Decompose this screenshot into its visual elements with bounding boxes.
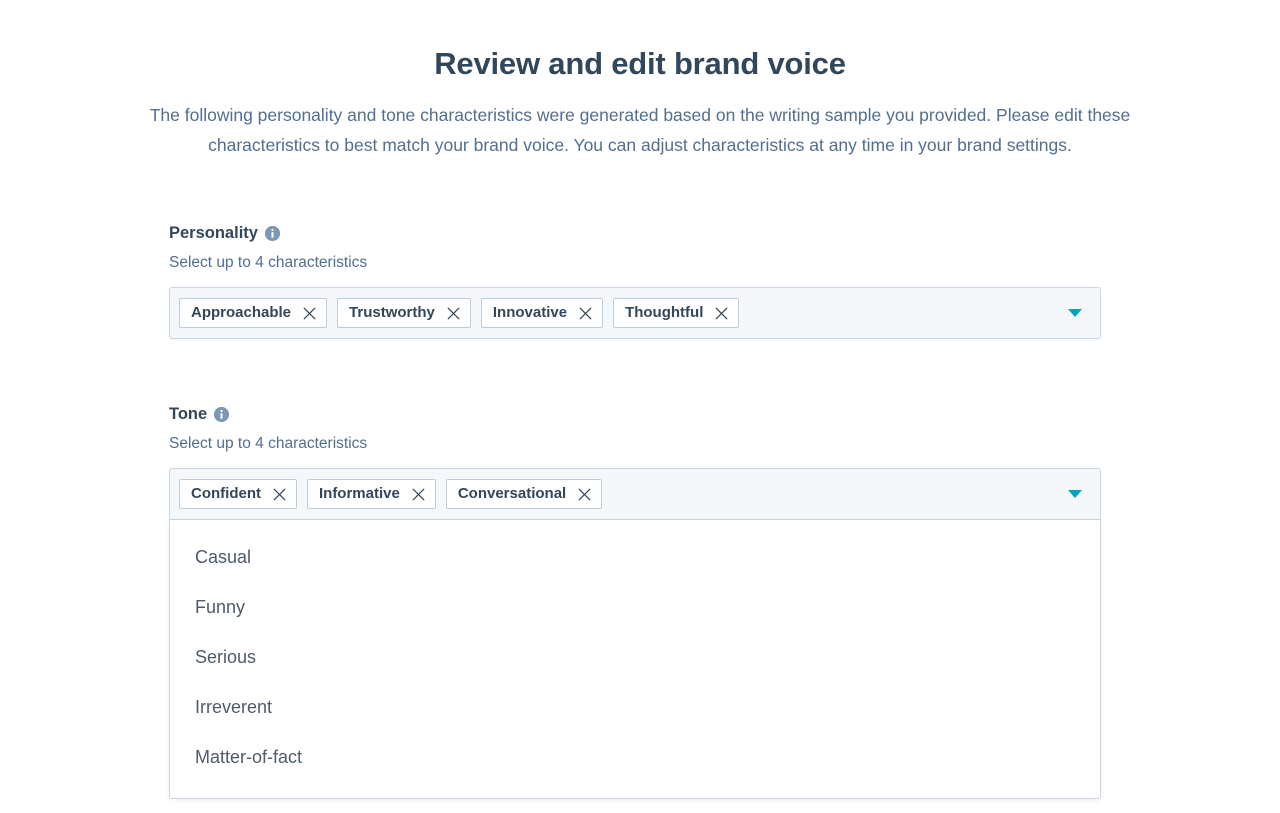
tone-label: Tone [169, 403, 207, 425]
chip-conversational[interactable]: Conversational [446, 479, 602, 509]
chip-label: Conversational [458, 480, 566, 508]
dropdown-option-funny[interactable]: Funny [170, 582, 1100, 632]
chip-label: Approachable [191, 299, 291, 327]
close-icon[interactable] [578, 488, 591, 501]
page-title: Review and edit brand voice [0, 44, 1280, 84]
chip-label: Innovative [493, 299, 567, 327]
page-subtitle: The following personality and tone chara… [140, 100, 1140, 160]
chip-label: Informative [319, 480, 400, 508]
tone-field-group: Tone Select up to 4 characteristics Conf… [169, 403, 1101, 799]
chip-thoughtful[interactable]: Thoughtful [613, 298, 739, 328]
chip-approachable[interactable]: Approachable [179, 298, 327, 328]
brand-voice-form: Personality Select up to 4 characteristi… [169, 222, 1101, 799]
dropdown-option-casual[interactable]: Casual [170, 532, 1100, 582]
dropdown-option-irreverent[interactable]: Irreverent [170, 682, 1100, 732]
chevron-down-icon[interactable] [1068, 490, 1082, 498]
close-icon[interactable] [303, 307, 316, 320]
info-circle-icon[interactable] [214, 407, 229, 422]
tone-label-row: Tone [169, 403, 1101, 425]
chip-innovative[interactable]: Innovative [481, 298, 603, 328]
personality-chip-list: Approachable Trustworthy [179, 298, 739, 328]
close-icon[interactable] [273, 488, 286, 501]
tone-chip-list: Confident Informative [179, 479, 602, 509]
personality-label: Personality [169, 222, 258, 244]
info-circle-icon[interactable] [265, 226, 280, 241]
chip-informative[interactable]: Informative [307, 479, 436, 509]
personality-help-text: Select up to 4 characteristics [169, 252, 1101, 274]
dropdown-option-matter-of-fact[interactable]: Matter-of-fact [170, 732, 1100, 782]
chip-confident[interactable]: Confident [179, 479, 297, 509]
tone-select[interactable]: Confident Informative [169, 468, 1101, 520]
chip-label: Thoughtful [625, 299, 703, 327]
chip-label: Confident [191, 480, 261, 508]
personality-label-row: Personality [169, 222, 1101, 244]
close-icon[interactable] [579, 307, 592, 320]
close-icon[interactable] [715, 307, 728, 320]
personality-field-group: Personality Select up to 4 characteristi… [169, 222, 1101, 339]
chevron-down-icon[interactable] [1068, 309, 1082, 317]
page-header: Review and edit brand voice The followin… [0, 0, 1280, 160]
close-icon[interactable] [412, 488, 425, 501]
dropdown-option-serious[interactable]: Serious [170, 632, 1100, 682]
chip-trustworthy[interactable]: Trustworthy [337, 298, 471, 328]
tone-dropdown-menu: Casual Funny Serious Irreverent Matter-o… [169, 520, 1101, 799]
tone-help-text: Select up to 4 characteristics [169, 433, 1101, 455]
chip-label: Trustworthy [349, 299, 435, 327]
close-icon[interactable] [447, 307, 460, 320]
brand-voice-page: Review and edit brand voice The followin… [0, 0, 1280, 813]
personality-select[interactable]: Approachable Trustworthy [169, 287, 1101, 339]
